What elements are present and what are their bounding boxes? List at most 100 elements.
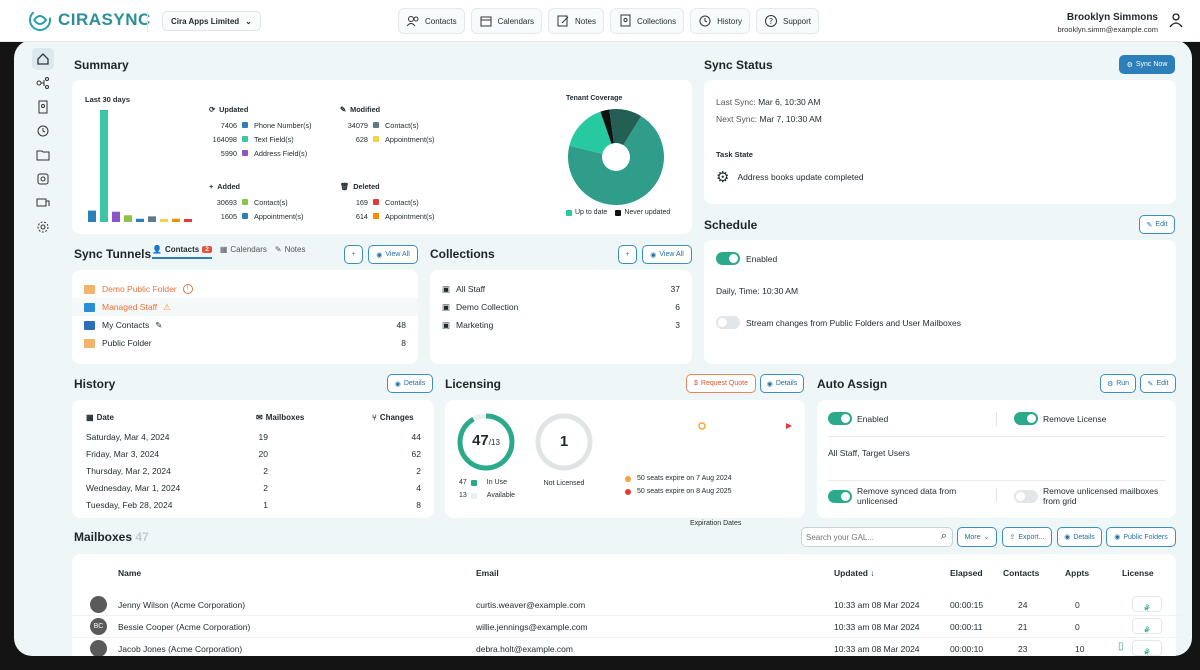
tab-contacts[interactable]: 👤 Contacts 2: [152, 245, 212, 259]
add-collection-button[interactable]: +: [618, 245, 637, 264]
logo[interactable]: CIRASYNC: [28, 8, 151, 32]
nav-notes[interactable]: Notes: [548, 8, 604, 34]
mailboxes-details-button[interactable]: ◉ Details: [1057, 527, 1102, 547]
col-updated[interactable]: Updated ↓: [834, 568, 875, 578]
mail-icon: ✉: [256, 413, 263, 422]
folder-contacts-icon[interactable]: [32, 144, 54, 166]
history-row[interactable]: Wednesday, Mar 1, 2024 2 4: [72, 481, 434, 497]
pencil-icon: ✎: [1146, 221, 1153, 229]
collection-icon: ▣: [442, 283, 451, 294]
coverage-pie-chart: [568, 109, 664, 206]
summary-bar: [124, 215, 132, 222]
settings-icon[interactable]: [32, 216, 54, 238]
gal-search-input[interactable]: [806, 531, 928, 544]
summary-bar: [100, 110, 108, 222]
auto-assign-edit-button[interactable]: ✎ Edit: [1140, 374, 1176, 393]
summary-period: Last 30 days: [85, 95, 131, 104]
remove-synced-toggle[interactable]: [828, 489, 852, 503]
tab-notes[interactable]: ✎ Notes: [275, 245, 306, 259]
search-icon[interactable]: ⌕: [941, 530, 947, 543]
collections-view-all-button[interactable]: ◉ View All: [642, 245, 692, 264]
tunnels-view-all-button[interactable]: ◉ View All: [368, 245, 418, 264]
history-icon[interactable]: [32, 120, 54, 142]
nav-history[interactable]: History: [690, 8, 750, 34]
tab-calendars[interactable]: ▦ Calendars: [220, 245, 267, 259]
history-icon: [699, 15, 711, 27]
col-name[interactable]: Name: [118, 568, 141, 578]
export-button[interactable]: ⇪ Export...: [1002, 527, 1052, 547]
licensing-details-button[interactable]: ◉ Details: [760, 374, 804, 393]
license-status[interactable]: ✓ ⚘: [1132, 596, 1162, 613]
col-elapsed[interactable]: Elapsed: [950, 568, 983, 578]
user-info[interactable]: Brooklyn Simmons brooklyn.simm@example.c…: [1057, 12, 1158, 34]
pencil-icon: ✎: [1147, 380, 1154, 388]
sync-tunnels-card: Demo Public Folder! Managed Staff ⚠ My Co…: [72, 270, 418, 364]
stream-changes-toggle[interactable]: [716, 316, 740, 329]
tunnel-row[interactable]: My Contacts ✎ 48: [72, 316, 418, 334]
more-button[interactable]: More ⌄: [957, 527, 997, 547]
tunnel-count: 8: [401, 338, 406, 348]
expiration-dates-label: Expiration Dates: [690, 520, 742, 527]
license-icon[interactable]: [32, 192, 54, 214]
mailboxes-title: Mailboxes 47: [74, 530, 149, 544]
collection-row[interactable]: ▣ All Staff 37: [430, 280, 692, 298]
col-email[interactable]: Email: [476, 568, 499, 578]
remove-license: Remove License: [1014, 412, 1106, 425]
add-tunnel-button[interactable]: +: [344, 245, 363, 264]
mailbox-row[interactable]: Jenny Wilson (Acme Corporation) curtis.we…: [72, 594, 1186, 616]
coverage-legend-item: Up to date: [566, 209, 607, 216]
col-license[interactable]: License: [1122, 568, 1154, 578]
public-folder-icon: [84, 338, 95, 348]
license-status[interactable]: ✓ ⚘: [1132, 618, 1162, 635]
mailbox-row[interactable]: Jacob Jones (Acme Corporation) debra.holt…: [72, 638, 1186, 656]
history-changes: 44: [411, 432, 421, 442]
collections-icon[interactable]: [32, 168, 54, 190]
tunnel-row[interactable]: Managed Staff ⚠: [72, 298, 418, 316]
dollar-icon: $: [694, 380, 698, 387]
org-selector[interactable]: Cira Apps Limited ⌄: [162, 11, 261, 31]
history-row[interactable]: Saturday, Mar 4, 2024 19 44: [72, 430, 434, 446]
schedule-edit-button[interactable]: ✎ Edit: [1139, 215, 1175, 234]
auto-assign-enabled-toggle[interactable]: [828, 412, 852, 425]
contacts-book-icon[interactable]: [32, 96, 54, 118]
history-row[interactable]: Tuesday, Feb 28, 2024 1 8: [72, 498, 434, 514]
graph-icon[interactable]: [32, 72, 54, 94]
group-icon: +: [209, 181, 214, 191]
nav-contacts[interactable]: Contacts: [398, 8, 465, 34]
public-folders-button[interactable]: ◉ Public Folders: [1106, 527, 1176, 547]
history-row[interactable]: Thursday, Mar 2, 2024 2 2: [72, 464, 434, 480]
nav-calendars[interactable]: Calendars: [470, 8, 543, 34]
schedule-enabled-toggle[interactable]: [716, 252, 740, 265]
contacts-icon: 👤: [152, 245, 162, 254]
mailbox-row[interactable]: BC Bessie Cooper (Acme Corporation) willie…: [72, 616, 1186, 638]
col-appts[interactable]: Appts: [1065, 568, 1089, 578]
sync-now-button[interactable]: ⚙ Sync Now: [1119, 55, 1175, 74]
collections-title: Collections: [430, 247, 495, 261]
mailbox-contacts: 23: [1018, 644, 1028, 654]
remove-license-toggle[interactable]: [1014, 412, 1038, 425]
user-name: Brooklyn Simmons: [1066, 12, 1158, 23]
collection-row[interactable]: ▣ Demo Collection 6: [430, 298, 692, 316]
summary-item: 614 Appointment(s): [355, 211, 435, 221]
tunnel-row[interactable]: Demo Public Folder!: [72, 280, 418, 298]
badge-icon: ⚘: [1142, 603, 1152, 613]
history-details-button[interactable]: ◉ Details: [387, 374, 433, 393]
request-quote-button[interactable]: $ Request Quote: [686, 374, 756, 393]
summary-group-title: ⟳ Updated: [209, 104, 249, 114]
collection-row[interactable]: ▣ Marketing 3: [430, 316, 692, 334]
nav-support[interactable]: ? Support: [755, 8, 820, 34]
summary-title: Summary: [74, 58, 129, 72]
user-icon[interactable]: [1168, 12, 1184, 28]
home-icon[interactable]: [32, 48, 54, 70]
summary-item: 7406 Phone Number(s): [220, 120, 312, 130]
tunnel-row[interactable]: Public Folder 8: [72, 334, 418, 352]
nav-collections[interactable]: Collections: [609, 8, 685, 34]
history-mailboxes-header: ✉ Mailboxes: [256, 413, 305, 422]
remove-unlicensed-toggle[interactable]: [1014, 489, 1038, 503]
summary-bar: [148, 216, 156, 222]
license-status[interactable]: ✓ ⚘: [1132, 640, 1162, 656]
auto-assign-run-button[interactable]: ⚙ Run: [1100, 374, 1136, 393]
schedule-time: Daily, Time: 10:30 AM: [716, 286, 799, 296]
history-row[interactable]: Friday, Mar 3, 2024 20 62: [72, 447, 434, 463]
col-contacts[interactable]: Contacts: [1003, 568, 1039, 578]
